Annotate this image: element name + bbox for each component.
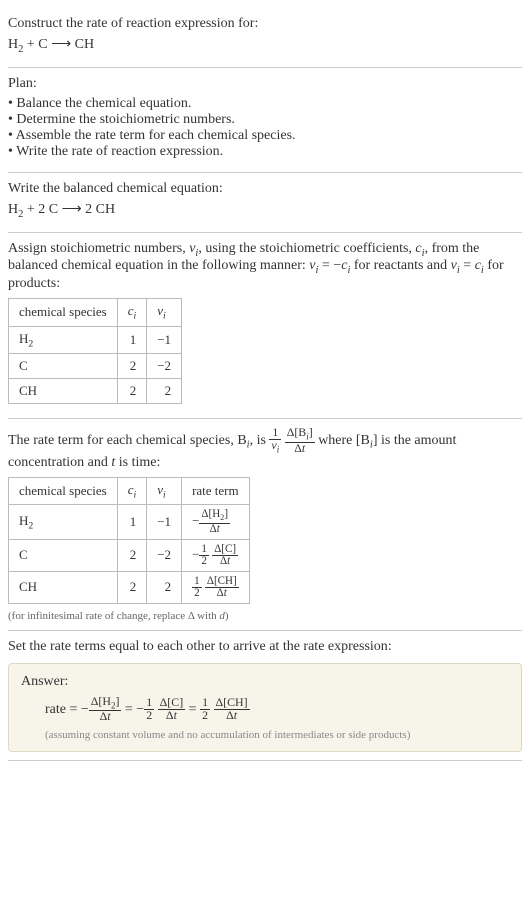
rateterm-text: The rate term for each chemical species,… — [8, 427, 522, 470]
cell-vi: −1 — [147, 326, 182, 354]
rateterm-section: The rate term for each chemical species,… — [8, 419, 522, 631]
cell-ci: 1 — [117, 326, 147, 354]
cell-ci: 2 — [117, 379, 147, 404]
table-row: H2 1 −1 −Δ[H2]Δt — [9, 505, 250, 540]
prompt-text: Construct the rate of reaction expressio… — [8, 16, 522, 32]
col-rate: rate term — [182, 477, 250, 505]
table-row: CH 2 2 — [9, 379, 182, 404]
rate-expression: rate = −Δ[H2]Δt = −12 Δ[C]Δt = 12 Δ[CH]Δ… — [45, 696, 509, 723]
cell-species: CH — [9, 571, 118, 603]
plan-item: Assemble the rate term for each chemical… — [8, 128, 522, 144]
cell-species: C — [9, 354, 118, 379]
cell-rate: 12 Δ[CH]Δt — [182, 571, 250, 603]
stoich-table: chemical species ci νi H2 1 −1 C 2 −2 CH… — [8, 298, 182, 404]
balanced-heading: Write the balanced chemical equation: — [8, 181, 522, 197]
cell-species: H2 — [9, 505, 118, 540]
prompt-section: Construct the rate of reaction expressio… — [8, 8, 522, 68]
table-row: H2 1 −1 — [9, 326, 182, 354]
final-section: Set the rate terms equal to each other t… — [8, 631, 522, 761]
col-species: chemical species — [9, 477, 118, 505]
col-vi: νi — [147, 299, 182, 327]
assumption-note: (assuming constant volume and no accumul… — [45, 729, 509, 741]
table-row: C 2 −2 −12 Δ[C]Δt — [9, 539, 250, 571]
cell-rate: −Δ[H2]Δt — [182, 505, 250, 540]
cell-vi: 2 — [147, 379, 182, 404]
cell-ci: 2 — [117, 571, 147, 603]
balanced-equation: H2 + 2 C ⟶ 2 CH — [8, 201, 522, 220]
table-row: C 2 −2 — [9, 354, 182, 379]
plan-item: Write the rate of reaction expression. — [8, 144, 522, 160]
plan-heading: Plan: — [8, 76, 522, 92]
cell-rate: −12 Δ[C]Δt — [182, 539, 250, 571]
stoich-text: Assign stoichiometric numbers, νi, using… — [8, 241, 522, 293]
cell-species: H2 — [9, 326, 118, 354]
cell-ci: 2 — [117, 539, 147, 571]
col-vi: νi — [147, 477, 182, 505]
balanced-section: Write the balanced chemical equation: H2… — [8, 173, 522, 233]
plan-list: Balance the chemical equation. Determine… — [8, 96, 522, 160]
cell-vi: 2 — [147, 571, 182, 603]
cell-species: C — [9, 539, 118, 571]
answer-box: Answer: rate = −Δ[H2]Δt = −12 Δ[C]Δt = 1… — [8, 663, 522, 752]
cell-vi: −2 — [147, 539, 182, 571]
plan-item: Determine the stoichiometric numbers. — [8, 112, 522, 128]
col-species: chemical species — [9, 299, 118, 327]
stoich-section: Assign stoichiometric numbers, νi, using… — [8, 233, 522, 420]
table-row: CH 2 2 12 Δ[CH]Δt — [9, 571, 250, 603]
cell-ci: 2 — [117, 354, 147, 379]
cell-species: CH — [9, 379, 118, 404]
cell-vi: −2 — [147, 354, 182, 379]
plan-section: Plan: Balance the chemical equation. Det… — [8, 68, 522, 173]
final-heading: Set the rate terms equal to each other t… — [8, 639, 522, 655]
cell-ci: 1 — [117, 505, 147, 540]
col-ci: ci — [117, 299, 147, 327]
prompt-equation: H2 + C ⟶ CH — [8, 36, 522, 55]
plan-item: Balance the chemical equation. — [8, 96, 522, 112]
rateterm-note: (for infinitesimal rate of change, repla… — [8, 610, 522, 622]
cell-vi: −1 — [147, 505, 182, 540]
col-ci: ci — [117, 477, 147, 505]
answer-label: Answer: — [21, 674, 509, 690]
rateterm-table: chemical species ci νi rate term H2 1 −1… — [8, 477, 250, 604]
